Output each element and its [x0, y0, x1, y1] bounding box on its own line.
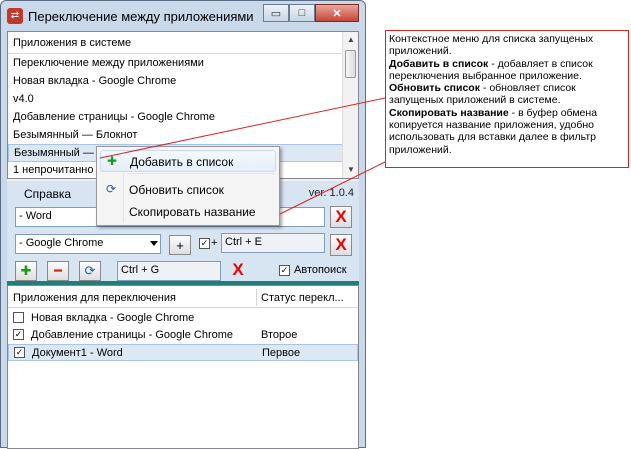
note-intro: Контекстное меню для списка запущеных пр… — [389, 33, 594, 58]
callout-line — [99, 97, 386, 159]
note-copy-term: Скопировать название — [389, 106, 509, 119]
note-add-term: Добавить в список — [389, 57, 489, 70]
annotation-note: Контекстное меню для списка запущеных пр… — [385, 30, 629, 168]
callout-line — [279, 161, 386, 215]
note-refresh-term: Обновить список — [389, 82, 480, 95]
